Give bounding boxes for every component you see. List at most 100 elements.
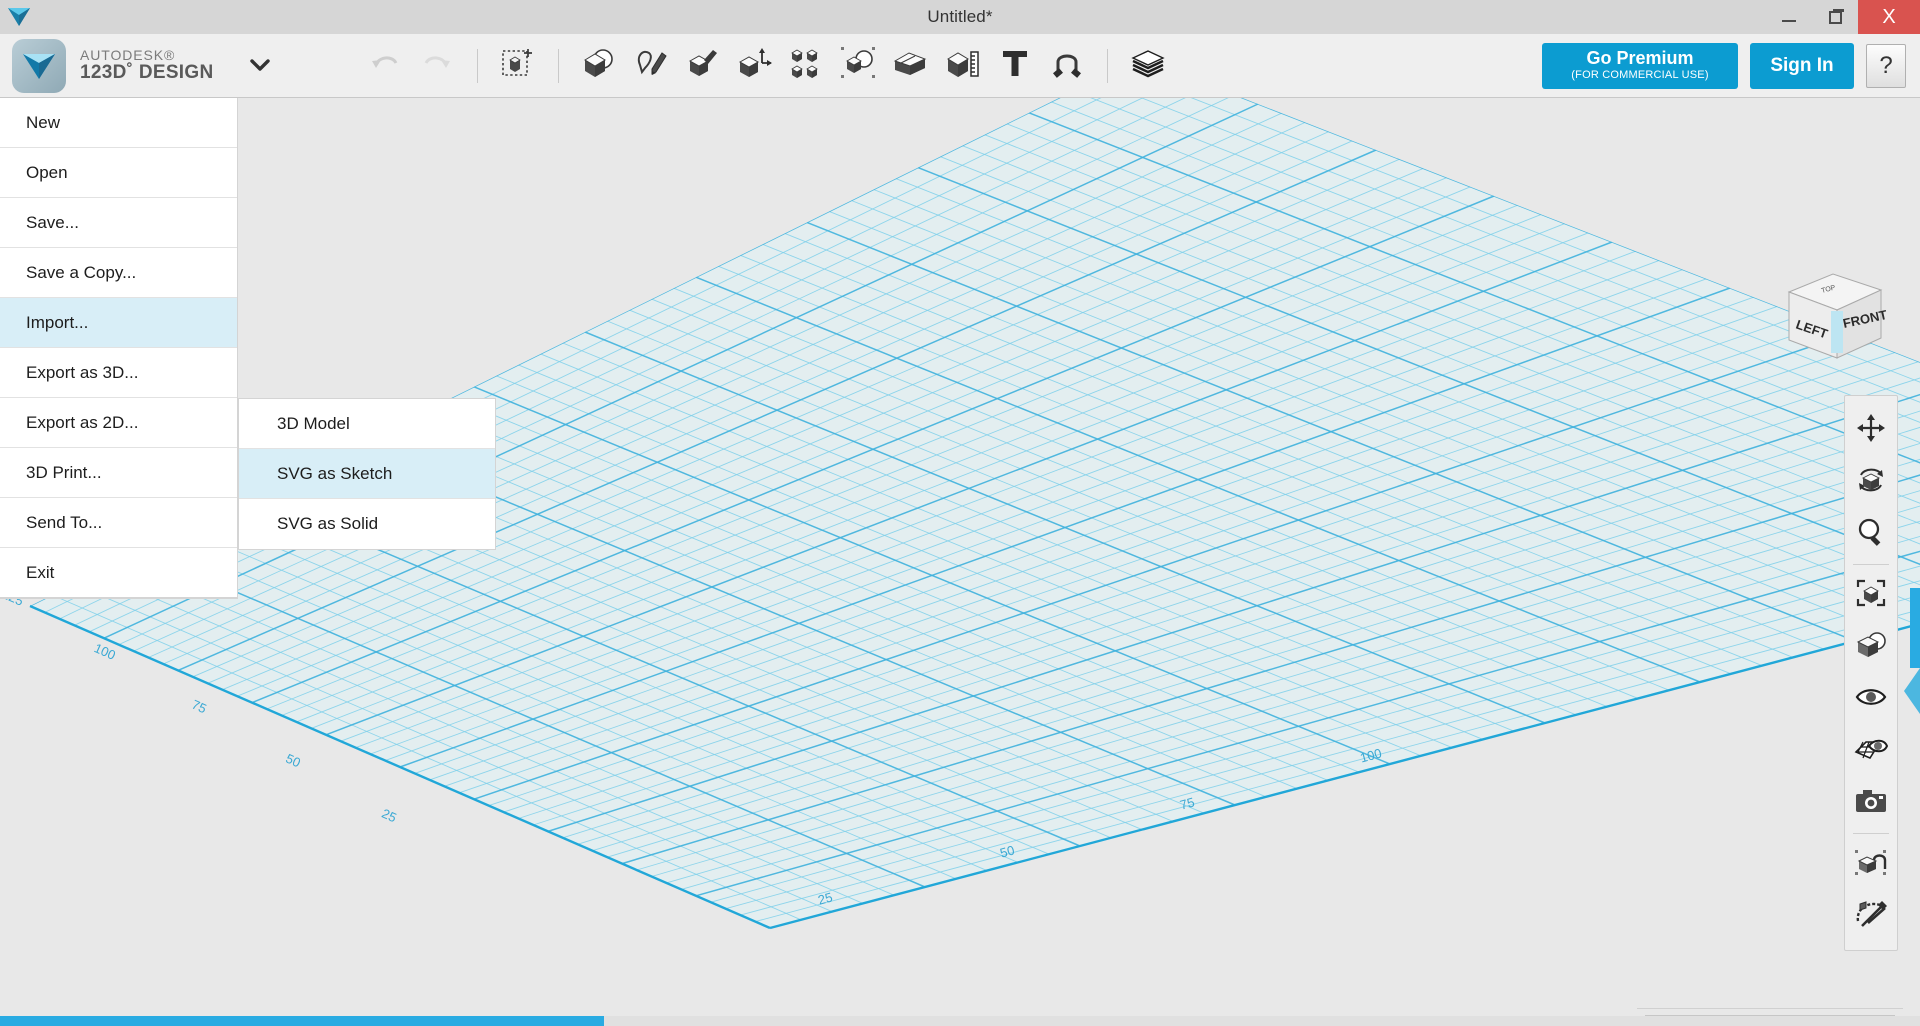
help-question-icon: ? bbox=[1879, 51, 1893, 79]
file-menu-item-label: Export as 3D... bbox=[26, 362, 139, 382]
file-menu: New Open Save... Save a Copy... Import... Exp… bbox=[0, 98, 238, 599]
sign-in-button[interactable]: Sign In bbox=[1750, 42, 1854, 89]
import-submenu-item-3d-model[interactable]: 3D Model bbox=[239, 399, 495, 449]
import-submenu-item-label: SVG as Sketch bbox=[277, 463, 393, 483]
primitives-cube-sphere-icon bbox=[581, 47, 617, 84]
sign-in-label: Sign In bbox=[1770, 54, 1834, 76]
close-button[interactable]: X bbox=[1858, 0, 1920, 34]
material-stack-icon bbox=[1130, 47, 1166, 84]
import-submenu-item-label: 3D Model bbox=[277, 413, 350, 433]
pattern-button[interactable] bbox=[784, 42, 830, 90]
viewport-canvas[interactable]: 125 100 75 50 25 25 50 75 100 LEFT FRONT… bbox=[0, 98, 1920, 1026]
maximize-icon bbox=[1828, 8, 1844, 24]
file-menu-item-new[interactable]: New bbox=[0, 98, 237, 148]
import-submenu-item-svg-as-solid[interactable]: SVG as Solid bbox=[239, 499, 495, 549]
file-menu-item-label: Save... bbox=[26, 212, 79, 232]
pan-arrows-icon bbox=[1856, 413, 1886, 448]
redo-arrow-icon bbox=[422, 51, 452, 80]
file-menu-item-send-to[interactable]: Send To... bbox=[0, 498, 237, 548]
primitives-button[interactable] bbox=[576, 42, 622, 90]
file-menu-item-open[interactable]: Open bbox=[0, 148, 237, 198]
toolbar-separator bbox=[558, 48, 560, 83]
view-settings-button[interactable] bbox=[1849, 621, 1893, 673]
bottom-scroll-thumb[interactable] bbox=[0, 1016, 604, 1026]
toolbar-right-group: Go Premium (FOR COMMERCIAL USE) Sign In … bbox=[1542, 42, 1920, 89]
measure-button[interactable] bbox=[940, 42, 986, 90]
orbit-cube-icon bbox=[1855, 465, 1887, 500]
modify-cube-arrow-icon bbox=[737, 47, 773, 84]
pattern-four-cubes-icon bbox=[791, 47, 823, 84]
undo-button[interactable] bbox=[362, 42, 408, 90]
cube-magnet-icon bbox=[1854, 847, 1888, 882]
grid-visibility-button[interactable] bbox=[1849, 725, 1893, 777]
hide-sketch-button[interactable] bbox=[1849, 890, 1893, 942]
close-icon: X bbox=[1882, 5, 1896, 28]
file-menu-item-label: Save a Copy... bbox=[26, 262, 137, 282]
import-submenu-item-label: SVG as Solid bbox=[277, 514, 379, 533]
orbit-button[interactable] bbox=[1849, 456, 1893, 508]
view-cube-sphere-icon bbox=[1854, 630, 1888, 665]
file-menu-item-label: 3D Print... bbox=[26, 462, 102, 482]
redo-button[interactable] bbox=[414, 42, 460, 90]
transform-button[interactable] bbox=[495, 42, 541, 90]
view-cube[interactable]: LEFT FRONT TOP bbox=[1775, 266, 1895, 366]
brand-line-1: AUTODESK® bbox=[80, 46, 176, 63]
snap-to-button[interactable] bbox=[1849, 838, 1893, 890]
file-menu-item-save-a-copy[interactable]: Save a Copy... bbox=[0, 248, 237, 298]
grid-plane bbox=[29, 98, 1920, 930]
navigation-toolbar bbox=[1844, 395, 1898, 951]
chevron-down-icon[interactable] bbox=[247, 53, 273, 79]
visibility-button[interactable] bbox=[1849, 673, 1893, 725]
toolbar-separator bbox=[477, 48, 479, 83]
material-button[interactable] bbox=[1125, 42, 1171, 90]
window-controls: X bbox=[1766, 0, 1920, 34]
fit-button[interactable] bbox=[1849, 569, 1893, 621]
grouping-cube-circle-icon bbox=[841, 46, 877, 85]
grouping-button[interactable] bbox=[836, 42, 882, 90]
text-t-icon bbox=[1001, 48, 1029, 83]
nav-separator bbox=[1853, 833, 1889, 834]
construct-cube-pencil-icon bbox=[686, 47, 720, 84]
import-submenu-item-svg-as-sketch[interactable]: SVG as Sketch bbox=[239, 449, 495, 499]
file-menu-item-label: Export as 2D... bbox=[26, 412, 139, 432]
app-logo-small-icon bbox=[0, 0, 38, 34]
pan-button[interactable] bbox=[1849, 404, 1893, 456]
eye-icon bbox=[1855, 686, 1887, 713]
file-menu-item-label: New bbox=[26, 112, 61, 132]
file-menu-item-label: Send To... bbox=[26, 512, 103, 532]
brand-text: AUTODESK® 123D˚ DESIGN bbox=[80, 46, 213, 84]
autodesk-logo-icon bbox=[12, 38, 66, 93]
import-submenu: 3D Model SVG as Sketch SVG as Solid bbox=[238, 398, 496, 550]
modify-button[interactable] bbox=[732, 42, 778, 90]
combine-button[interactable] bbox=[888, 42, 934, 90]
window-title: Untitled* bbox=[927, 7, 993, 26]
measure-cube-ruler-icon bbox=[945, 47, 981, 84]
text-button[interactable] bbox=[992, 42, 1038, 90]
file-menu-item-label: Import... bbox=[26, 312, 89, 332]
file-menu-item-export-as-2d[interactable]: Export as 2D... bbox=[0, 398, 237, 448]
camera-icon bbox=[1855, 788, 1887, 819]
magnifier-icon bbox=[1856, 517, 1886, 552]
go-premium-label: Go Premium bbox=[1586, 47, 1694, 68]
file-menu-item-exit[interactable]: Exit bbox=[0, 548, 237, 598]
minimize-button[interactable] bbox=[1766, 0, 1812, 34]
title-bar: Untitled* X bbox=[0, 0, 1920, 34]
file-menu-item-import[interactable]: Import... bbox=[0, 298, 237, 348]
main-toolbar: AUTODESK® 123D˚ DESIGN Go Premium (FOR C… bbox=[0, 34, 1920, 98]
snapshot-button[interactable] bbox=[1849, 777, 1893, 829]
file-menu-item-label: Exit bbox=[26, 562, 55, 582]
file-menu-item-save[interactable]: Save... bbox=[0, 198, 237, 248]
go-premium-button[interactable]: Go Premium (FOR COMMERCIAL USE) bbox=[1542, 42, 1738, 89]
help-button[interactable]: ? bbox=[1866, 43, 1906, 88]
file-menu-item-3d-print[interactable]: 3D Print... bbox=[0, 448, 237, 498]
maximize-button[interactable] bbox=[1812, 0, 1858, 34]
zoom-button[interactable] bbox=[1849, 508, 1893, 560]
sketch-pencil-icon bbox=[634, 47, 668, 84]
file-menu-item-export-as-3d[interactable]: Export as 3D... bbox=[0, 348, 237, 398]
nav-separator bbox=[1853, 564, 1889, 565]
construct-button[interactable] bbox=[680, 42, 726, 90]
snap-button[interactable] bbox=[1044, 42, 1090, 90]
right-scroll-strip[interactable] bbox=[1910, 588, 1920, 668]
sketch-button[interactable] bbox=[628, 42, 674, 90]
bottom-scroll-track[interactable] bbox=[0, 1016, 1920, 1026]
